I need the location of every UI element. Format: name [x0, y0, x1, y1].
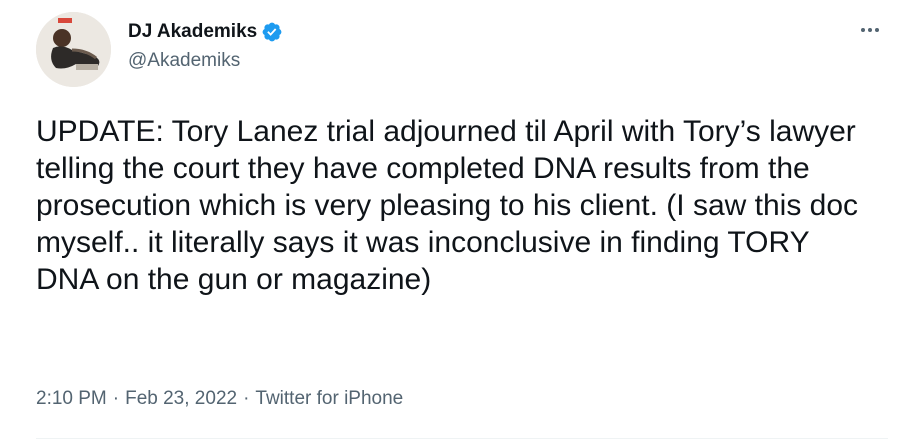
display-name[interactable]: DJ Akademiks: [128, 19, 257, 45]
handle[interactable]: @Akademiks: [128, 48, 283, 74]
profile-avatar-icon: [36, 12, 111, 87]
author-block: DJ Akademiks @Akademiks: [128, 19, 283, 74]
tweet-source[interactable]: Twitter for iPhone: [255, 386, 403, 412]
more-options-icon: [861, 28, 879, 32]
avatar[interactable]: [36, 12, 111, 87]
divider: [36, 438, 888, 439]
verified-badge-icon: [261, 21, 283, 43]
name-row: DJ Akademiks: [128, 19, 283, 45]
tweet-time[interactable]: 2:10 PM: [36, 386, 107, 412]
more-options-button[interactable]: [852, 18, 888, 42]
meta-separator: ·: [112, 388, 120, 409]
tweet-text: UPDATE: Tory Lanez trial adjourned til A…: [36, 115, 867, 296]
tweet-date[interactable]: Feb 23, 2022: [125, 386, 237, 412]
tweet-meta: 2:10 PM · Feb 23, 2022 · Twitter for iPh…: [36, 386, 403, 412]
meta-separator: ·: [243, 388, 250, 409]
tweet-card: DJ Akademiks @Akademiks UPDATE: Tory Lan…: [0, 0, 898, 444]
